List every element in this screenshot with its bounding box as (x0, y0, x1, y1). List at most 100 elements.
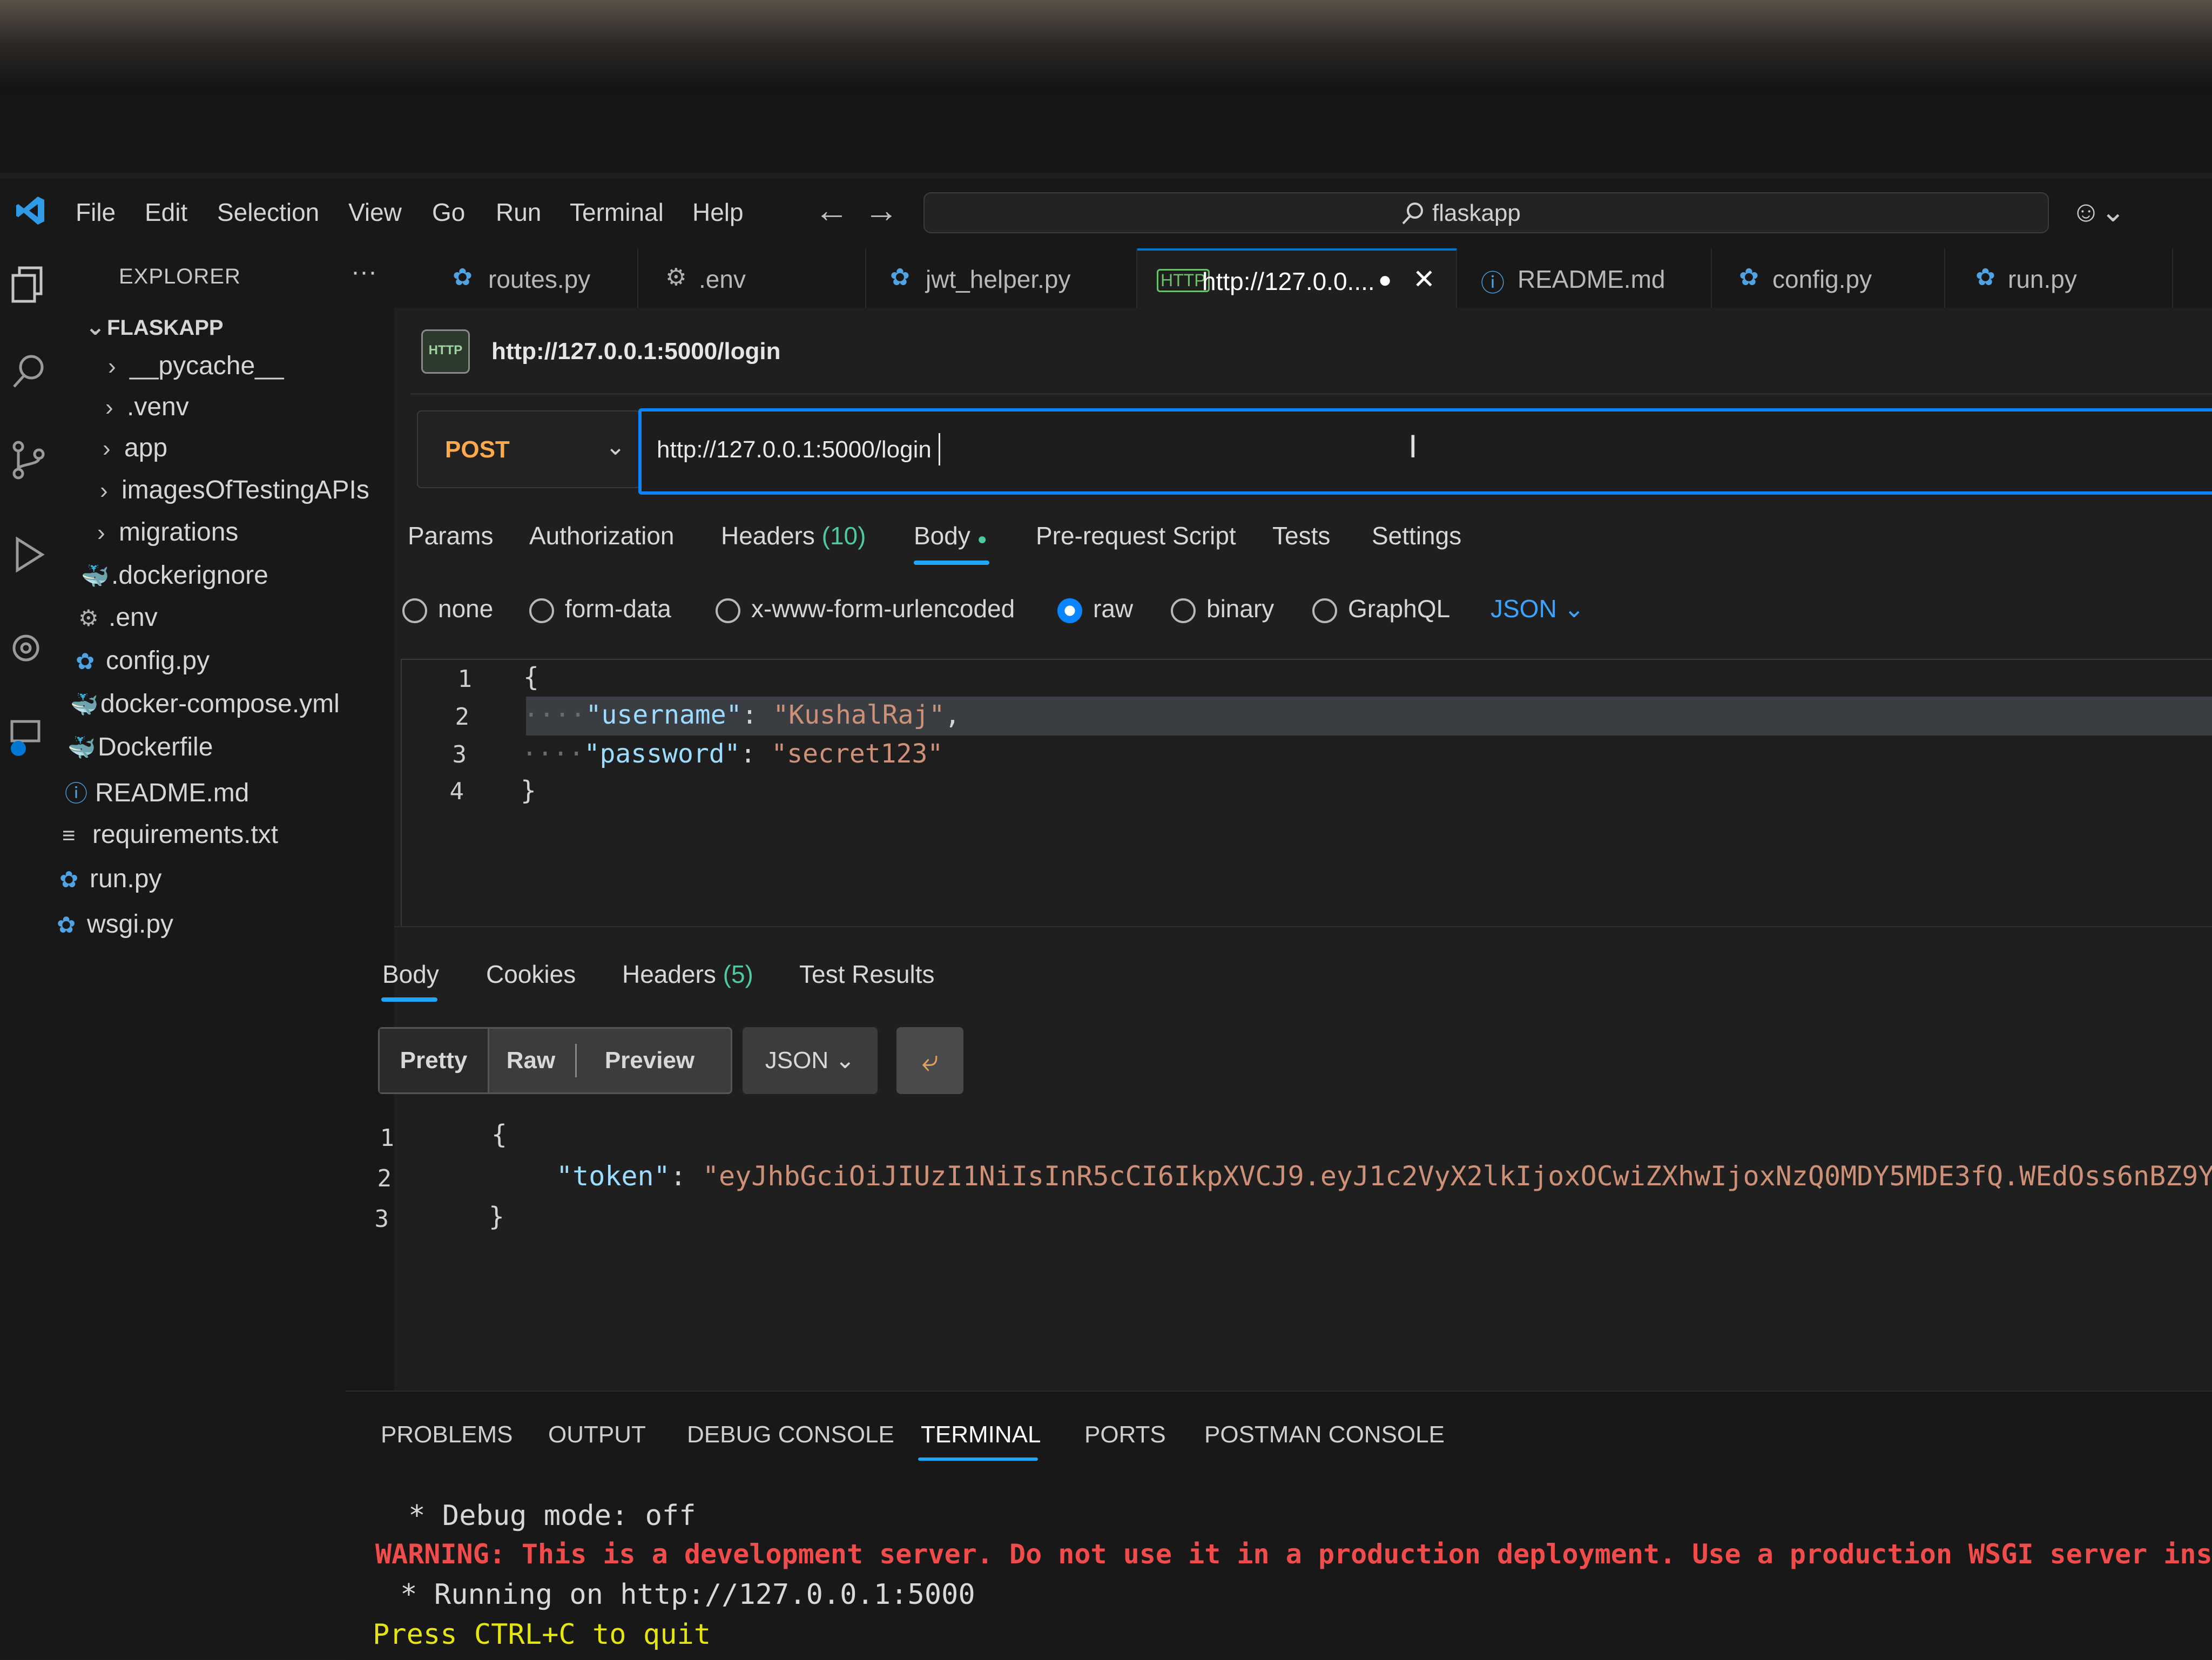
menu-run[interactable]: Run (496, 198, 541, 227)
source-control-icon[interactable] (10, 440, 50, 480)
panel-tab-output[interactable]: OUTPUT (548, 1421, 646, 1448)
tree-item-venv[interactable]: › .venv (105, 392, 189, 422)
tree-item-run[interactable]: ✿ run.py (59, 864, 161, 894)
resp-tab-headers[interactable]: Headers (5) (622, 960, 753, 989)
divider (410, 393, 2212, 395)
tree-item-dockerignore[interactable]: 🐳.dockerignore (81, 561, 268, 590)
radio-form-data[interactable]: form-data (529, 594, 671, 623)
unsaved-dot-icon: ● (1378, 267, 1392, 292)
docker-compose-icon: 🐳 (70, 692, 99, 717)
separator (575, 1044, 577, 1077)
preview-button[interactable]: Preview (585, 1029, 714, 1092)
resp-tab-cookies[interactable]: Cookies (486, 960, 576, 989)
tab-authorization[interactable]: Authorization (529, 521, 675, 550)
request-body-editor[interactable]: 1 2 3 4 { ····"username": "KushalRaj", ·… (401, 659, 2212, 928)
resp-tab-body[interactable]: Body (382, 960, 439, 989)
copilot-icon[interactable]: ☺⌄ (2071, 194, 2125, 228)
chevron-down-icon: ⌄ (835, 1047, 855, 1074)
run-debug-icon[interactable] (10, 535, 50, 575)
line-number: 1 (457, 665, 473, 693)
panel-tab-ports[interactable]: PORTS (1084, 1421, 1166, 1448)
pretty-button[interactable]: Pretty (380, 1029, 489, 1092)
line-number: 1 (380, 1124, 395, 1152)
active-tab-indicator (381, 997, 437, 1002)
forward-arrow-icon[interactable]: → (864, 190, 899, 230)
close-icon[interactable]: ✕ (1413, 264, 1435, 295)
chevron-down-icon: ⌄ (1563, 595, 1585, 623)
panel-tab-problems[interactable]: PROBLEMS (381, 1421, 513, 1448)
panel-tab-postman-console[interactable]: POSTMAN CONSOLE (1204, 1421, 1445, 1448)
tab-readme[interactable]: ⓘ README.md (1457, 248, 1712, 308)
tab-http-request[interactable]: HTTP http://127.0.0.... ● ✕ (1137, 248, 1457, 310)
resp-tab-test-results[interactable]: Test Results (799, 960, 935, 989)
radio-none[interactable]: none (402, 594, 493, 623)
line-number: 2 (377, 1165, 392, 1192)
radio-raw[interactable]: raw (1057, 594, 1133, 623)
radio-graphql[interactable]: GraphQL (1312, 594, 1450, 623)
search-sidebar-icon[interactable] (10, 351, 50, 391)
explorer-icon[interactable] (10, 265, 50, 305)
line-number: 3 (452, 741, 467, 768)
response-format-dropdown[interactable]: JSON ⌄ (743, 1027, 878, 1094)
radio-binary[interactable]: binary (1171, 594, 1274, 623)
tab-run[interactable]: ✿ run.py (1945, 248, 2173, 308)
tree-item-docker-compose[interactable]: 🐳docker-compose.yml (70, 689, 340, 719)
tree-item-readme[interactable]: ⓘ README.md (65, 775, 249, 808)
remote-icon[interactable] (10, 718, 50, 758)
menu-selection[interactable]: Selection (217, 198, 319, 227)
tree-item-config[interactable]: ✿ config.py (76, 646, 210, 676)
terminal-line-quit: Press CTRL+C to quit (373, 1618, 711, 1651)
command-center-search[interactable]: flaskapp (923, 192, 2049, 233)
tree-item-pycache[interactable]: › __pycache__ (108, 351, 284, 381)
tab-params[interactable]: Params (408, 521, 493, 550)
body-format-dropdown[interactable]: JSON ⌄ (1491, 594, 1584, 623)
menu-help[interactable]: Help (692, 198, 744, 227)
search-text: flaskapp (1432, 200, 1521, 226)
extensions-icon[interactable] (10, 626, 50, 666)
tree-item-app[interactable]: › app (103, 433, 167, 463)
tree-item-env[interactable]: ⚙ .env (78, 603, 158, 632)
radio-circle (402, 598, 427, 623)
chevron-right-icon: › (105, 394, 113, 421)
wrap-lines-icon[interactable]: ⤶ (896, 1027, 963, 1094)
radio-urlencoded[interactable]: x-www-form-urlencoded (716, 594, 1015, 623)
tree-item-dockerfile[interactable]: 🐳Dockerfile (68, 732, 213, 762)
tab-pre-request-script[interactable]: Pre-request Script (1036, 521, 1236, 550)
menu-edit[interactable]: Edit (145, 198, 187, 227)
vscode-logo-icon (16, 197, 44, 225)
method-dropdown[interactable]: POST ⌄ (417, 410, 640, 488)
tab-routes-py[interactable]: ✿ routes.py (410, 248, 638, 308)
tree-item-requirements[interactable]: ≡ requirements.txt (62, 820, 278, 849)
menu-file[interactable]: File (76, 198, 116, 227)
tab-env[interactable]: ⚙ .env (638, 248, 866, 308)
tree-item-images[interactable]: › imagesOfTestingAPIs (100, 475, 369, 505)
line-number: 2 (455, 703, 470, 731)
response-token-line: "token": "eyJhbGciOiJIUzI1NiIsInR5cCI6Ik… (556, 1160, 2212, 1192)
method-label: POST (445, 436, 510, 463)
tab-jwt-helper[interactable]: ✿ jwt_helper.py (866, 248, 1137, 308)
more-actions-icon[interactable]: ··· (351, 257, 377, 287)
tab-settings[interactable]: Settings (1372, 521, 1461, 550)
panel-tab-debug-console[interactable]: DEBUG CONSOLE (687, 1421, 894, 1448)
chevron-right-icon: › (103, 435, 111, 462)
menu-go[interactable]: Go (432, 198, 465, 227)
tab-headers[interactable]: Headers (10) (721, 521, 866, 550)
url-input[interactable]: http://127.0.0.1:5000/login I (638, 408, 2212, 495)
raw-button[interactable]: Raw (493, 1029, 569, 1092)
photo-background (0, 0, 2212, 95)
tree-item-migrations[interactable]: › migrations (97, 517, 238, 547)
tree-item-wsgi[interactable]: ✿ wsgi.py (57, 909, 173, 939)
active-tab-indicator (918, 1457, 1038, 1461)
back-arrow-icon[interactable]: ← (814, 190, 849, 230)
folder-root-flaskapp[interactable]: ⌄FLASKAPP (85, 313, 224, 341)
tab-tests[interactable]: Tests (1272, 521, 1330, 550)
tab-body[interactable]: Body ● (914, 521, 987, 550)
panel-tab-terminal[interactable]: TERMINAL (921, 1421, 1041, 1448)
menu-view[interactable]: View (348, 198, 402, 227)
radio-circle (529, 598, 554, 623)
menu-terminal[interactable]: Terminal (570, 198, 664, 227)
http-request-icon: HTTP (421, 329, 470, 374)
laptop-bezel (0, 95, 2212, 173)
python-icon: ✿ (76, 649, 95, 674)
tab-config[interactable]: ✿ config.py (1712, 248, 1945, 308)
